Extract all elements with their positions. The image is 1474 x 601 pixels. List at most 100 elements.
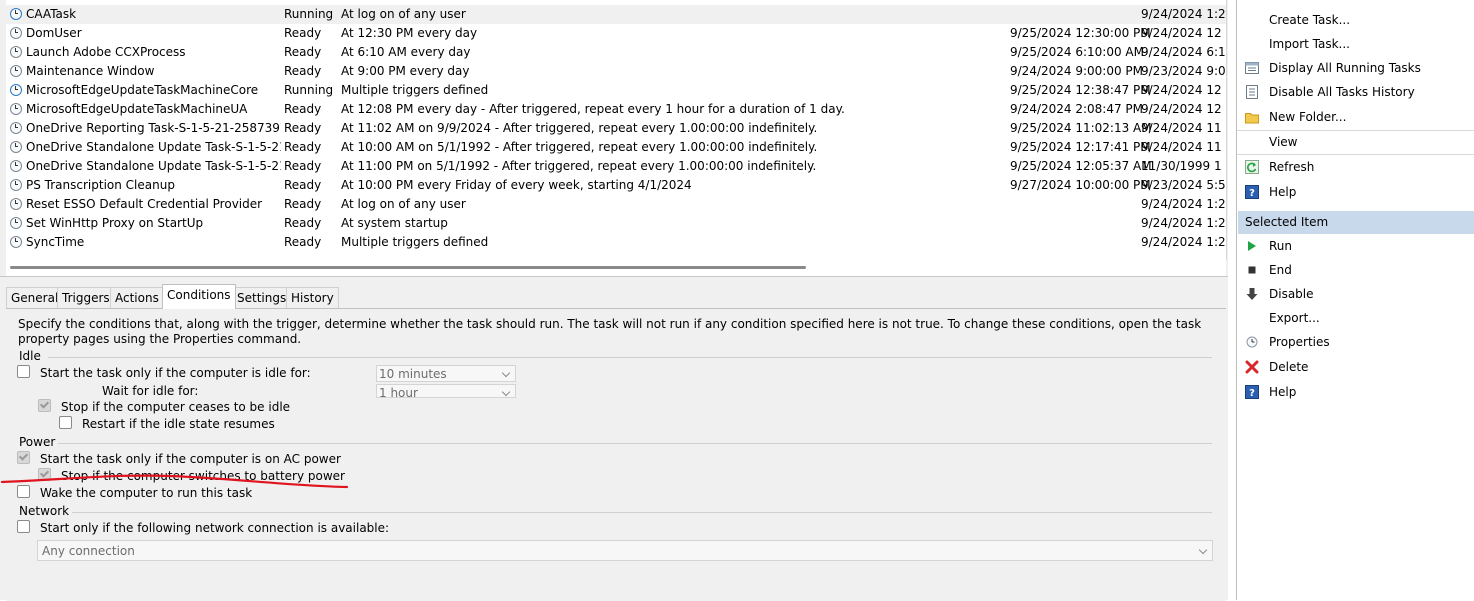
task-trigger: Multiple triggers defined <box>341 83 489 97</box>
svg-text:?: ? <box>1249 388 1255 399</box>
task-trigger: Multiple triggers defined <box>341 235 489 249</box>
task-row[interactable]: OneDrive Standalone Update Task-S-1-5-21… <box>6 138 1226 157</box>
restart-idle-checkbox[interactable] <box>59 416 72 429</box>
action-label: New Folder... <box>1269 110 1347 124</box>
task-status: Ready <box>284 159 322 173</box>
task-next-run: 9/25/2024 6:10:00 AM <box>1010 45 1144 59</box>
task-last-run: 9/24/2024 12 <box>1141 26 1222 40</box>
task-clock-icon <box>10 160 22 172</box>
task-last-run: 9/24/2024 11 <box>1141 121 1222 135</box>
task-status: Ready <box>284 216 322 230</box>
task-row[interactable]: Reset ESSO Default Credential Provider Re… <box>6 195 1226 214</box>
task-trigger: At log on of any user <box>341 7 466 21</box>
task-row[interactable]: Launch Adobe CCXProcess Ready At 6:10 AM e… <box>6 43 1226 62</box>
task-row[interactable]: Set WinHttp Proxy on StartUp Ready At syst… <box>6 214 1226 233</box>
task-trigger: At 11:02 AM on 9/9/2024 - After triggere… <box>341 121 818 135</box>
task-row[interactable]: CAATask Running At log on of any user 9/24/… <box>6 5 1226 24</box>
tab-history[interactable]: History <box>286 287 339 308</box>
idle-duration-select[interactable]: 10 minutes <box>376 365 516 382</box>
tab-actions[interactable]: Actions <box>110 287 164 308</box>
task-row[interactable]: MicrosoftEdgeUpdateTaskMachineUA Ready At … <box>6 100 1226 119</box>
network-checkbox[interactable] <box>17 520 30 533</box>
wait-duration-select[interactable]: 1 hour <box>376 384 516 398</box>
task-clock-icon <box>10 8 22 20</box>
action-label: Import Task... <box>1269 37 1350 51</box>
power-section-label: Power <box>19 435 56 449</box>
stop-idle-checkbox[interactable] <box>38 399 51 412</box>
network-label: Start only if the following network conn… <box>40 521 390 535</box>
task-clock-icon <box>10 198 22 210</box>
task-trigger: At 6:10 AM every day <box>341 45 471 59</box>
power-divider <box>58 443 1212 444</box>
task-clock-icon <box>10 65 22 77</box>
actions-pane: Create Basic Task... Create Task... Impo… <box>1237 0 1474 600</box>
horizontal-scrollbar[interactable] <box>6 260 1226 276</box>
task-name: CAATask <box>26 7 77 21</box>
disable-arrow-icon <box>1246 288 1258 300</box>
refresh-icon <box>1245 160 1259 174</box>
tab-settings[interactable]: Settings <box>232 287 292 308</box>
task-last-run: 9/23/2024 5:5 <box>1141 178 1226 192</box>
task-status: Ready <box>284 64 322 78</box>
run-icon <box>1248 241 1256 251</box>
task-name: SyncTime <box>26 235 85 249</box>
task-trigger: At 12:08 PM every day - After triggered,… <box>341 102 845 116</box>
task-last-run: 9/24/2024 1:2 <box>1141 7 1226 21</box>
network-divider <box>72 512 1212 513</box>
task-trigger: At 10:00 PM every Friday of every week, … <box>341 178 692 192</box>
history-icon <box>1246 85 1258 99</box>
network-connection-value: Any connection <box>42 544 135 558</box>
idle-start-checkbox[interactable] <box>17 365 30 378</box>
task-row[interactable]: DomUser Ready At 12:30 PM every day 9/25/20… <box>6 24 1226 43</box>
clock-icon <box>1246 336 1258 348</box>
task-row[interactable]: OneDrive Reporting Task-S-1-5-21-2587397… <box>6 119 1226 138</box>
task-last-run: 9/24/2024 12 <box>1141 83 1222 97</box>
chevron-down-icon <box>501 387 511 397</box>
task-row[interactable]: SyncTime Ready Multiple triggers defined 9/… <box>6 233 1226 252</box>
ac-power-checkbox[interactable] <box>17 451 30 464</box>
task-name: MicrosoftEdgeUpdateTaskMachineCore <box>26 83 259 97</box>
idle-section-label: Idle <box>19 349 41 363</box>
tab-general[interactable]: General <box>6 287 64 308</box>
task-list: CAATask Running At log on of any user 9/24/… <box>6 0 1227 260</box>
network-connection-select[interactable]: Any connection <box>37 540 1213 561</box>
help-icon: ? <box>1245 385 1259 399</box>
battery-stop-checkbox[interactable] <box>38 468 51 481</box>
tab-conditions[interactable]: Conditions <box>162 284 236 309</box>
scrollbar-thumb[interactable] <box>10 266 806 269</box>
task-next-run: 9/27/2024 10:00:00 PM <box>1010 178 1151 192</box>
action-label: Refresh <box>1269 160 1315 174</box>
task-row[interactable]: MicrosoftEdgeUpdateTaskMachineCore Runnin… <box>6 81 1226 100</box>
task-clock-icon <box>10 141 22 153</box>
task-row[interactable]: OneDrive Standalone Update Task-S-1-5-21… <box>6 157 1226 176</box>
task-name: Maintenance Window <box>26 64 155 78</box>
network-section-label: Network <box>19 504 70 518</box>
task-next-run: 9/25/2024 12:30:00 PM <box>1010 26 1151 40</box>
task-name: Reset ESSO Default Credential Provider <box>26 197 263 211</box>
task-clock-icon <box>10 103 22 115</box>
selected-item-header[interactable]: Selected Item <box>1238 211 1474 234</box>
task-name: DomUser <box>26 26 82 40</box>
action-label: Help <box>1269 185 1297 199</box>
action-label: Create Task... <box>1269 13 1351 27</box>
action-label: View <box>1269 135 1298 149</box>
wake-checkbox[interactable] <box>17 485 30 498</box>
task-name: OneDrive Standalone Update Task-S-1-5-21… <box>26 159 281 173</box>
task-status: Running <box>284 7 334 21</box>
wait-duration-value: 1 hour <box>379 386 418 398</box>
task-row[interactable]: PS Transcription Cleanup Ready At 10:00 PM… <box>6 176 1226 195</box>
task-trigger: At 10:00 AM on 5/1/1992 - After triggere… <box>341 140 818 154</box>
task-status: Ready <box>284 102 322 116</box>
task-name: OneDrive Reporting Task-S-1-5-21-2587397… <box>26 121 281 135</box>
task-trigger: At 9:00 PM every day <box>341 64 470 78</box>
task-next-run: 9/25/2024 12:38:47 PM <box>1010 83 1151 97</box>
tab-triggers[interactable]: Triggers <box>57 287 115 308</box>
action-label: Disable All Tasks History <box>1269 85 1415 99</box>
task-name: PS Transcription Cleanup <box>26 178 175 192</box>
task-row[interactable]: Maintenance Window Ready At 9:00 PM every … <box>6 62 1226 81</box>
task-clock-icon <box>10 179 22 191</box>
action-label: Run <box>1269 239 1293 253</box>
actions-separator <box>1237 154 1474 155</box>
task-name: Launch Adobe CCXProcess <box>26 45 186 59</box>
task-next-run: 9/25/2024 11:02:13 AM <box>1010 121 1152 135</box>
